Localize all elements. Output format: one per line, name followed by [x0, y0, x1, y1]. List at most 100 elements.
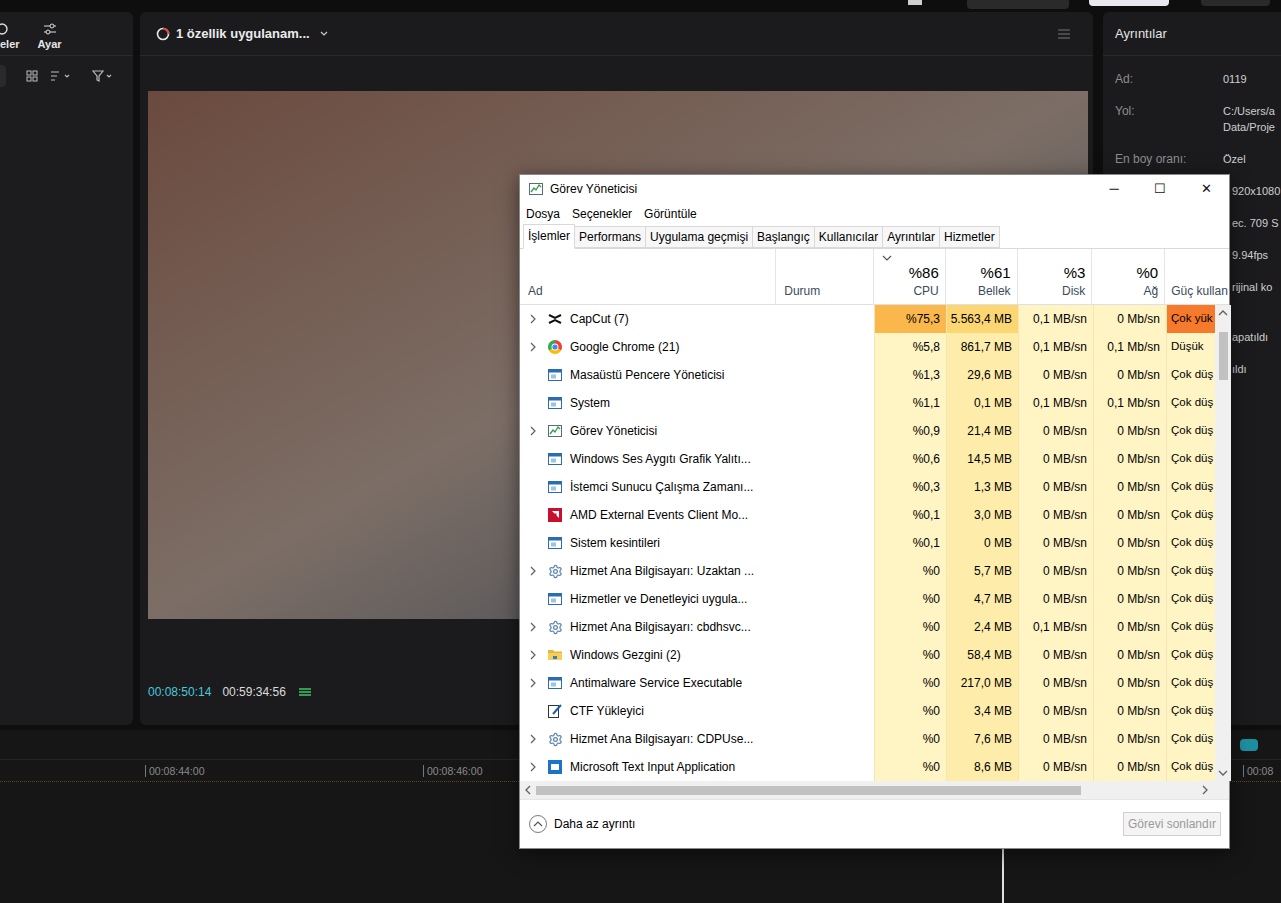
column-label: Bellek: [978, 282, 1011, 300]
gear-icon: [548, 732, 563, 747]
process-row[interactable]: Hizmet Ana Bilgisayarı: cbdhsvc...%02,4 …: [520, 613, 1215, 641]
process-row[interactable]: Antimalware Service Executable%0217,0 MB…: [520, 669, 1215, 697]
cpu-cell: %0: [874, 641, 946, 669]
gear-icon: [548, 564, 563, 579]
process-row[interactable]: İstemci Sunucu Çalışma Zamanı...%0,31,3 …: [520, 473, 1215, 501]
process-row[interactable]: Google Chrome (21)%5,8861,7 MB0,1 MB/sn0…: [520, 333, 1215, 361]
filter-icon[interactable]: [92, 70, 114, 82]
expand-icon[interactable]: [528, 650, 538, 660]
status-cell: [776, 613, 874, 641]
network-cell: 0,1 Mb/sn: [1093, 389, 1166, 417]
scroll-thumb[interactable]: [1219, 332, 1228, 380]
column-total: %0: [1136, 264, 1158, 282]
tab[interactable]: Hizmetler: [939, 226, 1000, 248]
disk-cell: 0 MB/sn: [1018, 557, 1093, 585]
expand-icon[interactable]: [528, 426, 538, 436]
tab[interactable]: Başlangıç: [752, 226, 815, 248]
network-cell: 0 Mb/sn: [1093, 417, 1166, 445]
process-row[interactable]: Sistem kesintileri%0,10 MB0 MB/sn0 Mb/sn…: [520, 529, 1215, 557]
cpu-cell: %0,9: [874, 417, 946, 445]
network-cell: 0 Mb/sn: [1093, 669, 1166, 697]
details-row: Yol:C:/Users/aData/Proje: [1103, 95, 1281, 143]
column-header-cell[interactable]: %86CPU: [873, 249, 945, 304]
window-control[interactable]: ☐: [1137, 175, 1183, 203]
title-bar[interactable]: Görev Yöneticisi─☐✕: [520, 175, 1229, 203]
grid-view-icon[interactable]: [26, 70, 38, 82]
fewer-details-link[interactable]: Daha az ayrıntı: [554, 815, 635, 833]
task-manager-window[interactable]: Görev Yöneticisi─☐✕ Dosya Seçenekler Görünt…: [519, 174, 1230, 849]
scroll-left-icon[interactable]: [520, 782, 536, 798]
tab[interactable]: Ayrıntılar: [882, 226, 940, 248]
process-row[interactable]: AMD External Events Client Mo...%0,13,0 …: [520, 501, 1215, 529]
process-row[interactable]: System%1,10,1 MB0,1 MB/sn0,1 Mb/snÇok dü…: [520, 389, 1215, 417]
column-power-header[interactable]: Güç kullan: [1164, 249, 1229, 304]
process-name: CapCut (7): [570, 310, 629, 328]
expand-icon[interactable]: [528, 622, 538, 632]
memory-cell: 7,6 MB: [946, 725, 1018, 753]
vertical-scrollbar[interactable]: [1215, 305, 1231, 781]
menu-item[interactable]: Görüntüle: [644, 205, 697, 223]
scroll-right-icon[interactable]: [1197, 782, 1213, 798]
expand-icon[interactable]: [528, 566, 538, 576]
process-row[interactable]: Windows Gezgini (2)%058,4 MB0 MB/sn0 Mb/…: [520, 641, 1215, 669]
power-cell: Çok düş: [1166, 361, 1215, 389]
collapse-up-icon[interactable]: [528, 814, 548, 834]
process-row[interactable]: Hizmetler ve Denetleyici uygula...%04,7 …: [520, 585, 1215, 613]
column-header-cell[interactable]: %0Ağ: [1091, 249, 1164, 304]
audio-meter-icon[interactable]: [298, 686, 312, 698]
scroll-thumb[interactable]: [536, 786, 1081, 795]
process-name: Windows Gezgini (2): [570, 646, 681, 664]
tab[interactable]: Performans: [574, 226, 646, 248]
column-name-header[interactable]: Ad: [520, 249, 775, 304]
horizontal-scrollbar[interactable]: [520, 781, 1229, 799]
expand-icon[interactable]: [528, 678, 538, 688]
memory-cell: 14,5 MB: [946, 445, 1018, 473]
timeline-tool-button[interactable]: [1240, 739, 1258, 751]
menu-bar: Dosya Seçenekler Görüntüle: [520, 203, 1229, 225]
tab[interactable]: İşlemler: [523, 224, 575, 249]
scroll-up-icon[interactable]: [1215, 305, 1231, 321]
process-name: Hizmetler ve Denetleyici uygula...: [570, 590, 747, 608]
sort-icon[interactable]: [50, 70, 72, 82]
power-cell: Çok düş: [1166, 529, 1215, 557]
process-row[interactable]: Windows Ses Aygıtı Grafik Yalıtı...%0,61…: [520, 445, 1215, 473]
panel-tab[interactable]: Ayar: [38, 22, 62, 53]
tab[interactable]: Kullanıcılar: [814, 226, 883, 248]
process-row[interactable]: Görev Yöneticisi%0,921,4 MB0 MB/sn0 Mb/s…: [520, 417, 1215, 445]
expand-icon[interactable]: [528, 342, 538, 352]
dropdown-chevron-icon[interactable]: [320, 31, 328, 37]
process-row[interactable]: CTF Yükleyici%03,4 MB0 MB/sn0 Mb/snÇok d…: [520, 697, 1215, 725]
power-cell: Çok düş: [1166, 585, 1215, 613]
expand-icon[interactable]: [528, 314, 538, 324]
column-header-cell[interactable]: %61Bellek: [945, 249, 1017, 304]
tab[interactable]: Uygulama geçmişi: [645, 226, 753, 248]
status-cell: [776, 389, 874, 417]
folder-icon: [547, 647, 563, 663]
process-row[interactable]: Masaüstü Pencere Yöneticisi%1,329,6 MB0 …: [520, 361, 1215, 389]
window-control[interactable]: ✕: [1183, 175, 1229, 203]
network-cell: 0 Mb/sn: [1093, 501, 1166, 529]
process-row[interactable]: Microsoft Text Input Application%08,6 MB…: [520, 753, 1215, 781]
menu-icon[interactable]: [1057, 28, 1071, 40]
app-window-icon: [547, 395, 563, 411]
scroll-down-icon[interactable]: [1215, 765, 1231, 781]
menu-item[interactable]: Dosya: [526, 205, 560, 223]
process-name: Microsoft Text Input Application: [570, 758, 735, 776]
end-task-button[interactable]: Görevi sonlandır: [1123, 812, 1221, 836]
status-cell: [776, 641, 874, 669]
column-status-header[interactable]: Durum: [775, 249, 873, 304]
panel-tab[interactable]: eler: [0, 22, 20, 53]
process-row[interactable]: Hizmet Ana Bilgisayarı: Uzaktan ...%05,7…: [520, 557, 1215, 585]
network-cell: 0 Mb/sn: [1093, 445, 1166, 473]
status-cell: [776, 305, 874, 333]
expand-icon[interactable]: [528, 734, 538, 744]
column-header-cell[interactable]: %3Disk: [1017, 249, 1092, 304]
memory-cell: 8,6 MB: [946, 753, 1018, 781]
expand-icon[interactable]: [528, 762, 538, 772]
process-row[interactable]: Hizmet Ana Bilgisayarı: CDPUse...%07,6 M…: [520, 725, 1215, 753]
search-field[interactable]: [0, 65, 6, 87]
process-row[interactable]: CapCut (7)%75,35.563,4 MB0,1 MB/sn0 Mb/s…: [520, 305, 1215, 333]
window-control[interactable]: ─: [1091, 175, 1137, 203]
menu-item[interactable]: Seçenekler: [572, 205, 632, 223]
memory-cell: 2,4 MB: [946, 613, 1018, 641]
